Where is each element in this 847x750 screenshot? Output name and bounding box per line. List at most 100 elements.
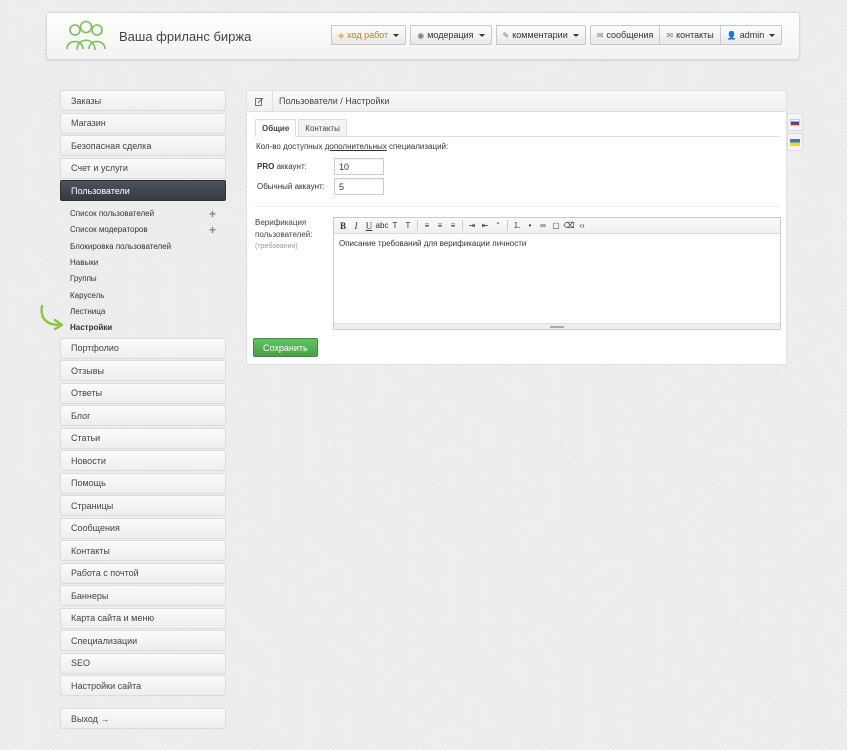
pencil-icon: ✎ bbox=[502, 30, 510, 40]
pro-account-input[interactable] bbox=[334, 158, 384, 175]
underline-icon[interactable]: U bbox=[363, 220, 375, 232]
grip-icon bbox=[550, 325, 564, 328]
subnav-carousel-label: Карусель bbox=[70, 290, 105, 300]
ordered-list-icon[interactable]: ⒈ bbox=[511, 220, 523, 232]
envelope-icon: ✉ bbox=[596, 30, 604, 40]
sidebar-item-contacts[interactable]: Контакты bbox=[60, 540, 226, 562]
subnav-user-list[interactable]: Список пользователей + bbox=[70, 206, 226, 222]
editor-toolbar: B I U abc T T ≡ ≡ ≡ ⇥ ⇤ “ ⒈ • ∞ ▢ ⌫ ‹› bbox=[334, 218, 780, 234]
indent-icon[interactable]: ⇥ bbox=[466, 220, 478, 232]
flag-ru-icon[interactable] bbox=[787, 113, 803, 131]
subnav-skills-label: Навыки bbox=[70, 258, 99, 268]
nav-contacts-button[interactable]: ✉ контакты bbox=[660, 25, 721, 45]
sidebar-item-orders[interactable]: Заказы bbox=[60, 90, 226, 111]
toolbar-divider bbox=[507, 220, 508, 231]
subnav-ladder[interactable]: Лестница bbox=[70, 303, 226, 319]
subnav-groups-label: Группы bbox=[70, 274, 97, 284]
sidebar-item-messages[interactable]: Сообщения bbox=[60, 517, 226, 539]
editor-resize-handle[interactable] bbox=[334, 323, 780, 329]
settings-panel: Пользователи / Настройки Общие Контакты … bbox=[246, 90, 787, 365]
tab-general[interactable]: Общие bbox=[255, 119, 297, 137]
bold-icon[interactable]: B bbox=[337, 220, 349, 232]
logout-button[interactable]: Выход → bbox=[60, 708, 226, 730]
subnav-moderator-list[interactable]: Список модераторов + bbox=[70, 222, 226, 238]
additional-link[interactable]: дополнительных bbox=[325, 142, 387, 151]
subnav-settings[interactable]: Настройки bbox=[70, 320, 226, 336]
pro-account-row: PRO аккаунт: bbox=[257, 158, 384, 175]
subnav-carousel[interactable]: Карусель bbox=[70, 287, 226, 303]
top-navigation: ◈ ход работ ◉ модерация ✎ комментарии ✉ … bbox=[331, 25, 786, 45]
pro-badge: PRO bbox=[257, 162, 275, 171]
nav-progress-label: ход работ bbox=[347, 30, 389, 40]
subnav-skills[interactable]: Навыки bbox=[70, 254, 226, 270]
plus-icon[interactable]: + bbox=[209, 208, 216, 220]
unordered-list-icon[interactable]: • bbox=[524, 220, 536, 232]
clear-format-icon[interactable]: T bbox=[402, 220, 414, 232]
nav-progress-button[interactable]: ◈ ход работ bbox=[331, 25, 407, 45]
italic-icon[interactable]: I bbox=[350, 220, 362, 232]
flag-ua-icon[interactable] bbox=[787, 133, 803, 151]
specializations-heading: Кол-во доступных дополнительных специали… bbox=[256, 142, 448, 151]
sidebar-item-help[interactable]: Помощь bbox=[60, 472, 226, 494]
align-left-icon[interactable]: ≡ bbox=[421, 220, 433, 232]
regular-account-label: Обычный аккаунт: bbox=[257, 182, 325, 191]
subnav-ladder-label: Лестница bbox=[70, 306, 106, 316]
strikethrough-icon[interactable]: abc bbox=[376, 220, 389, 232]
tabs: Общие Контакты bbox=[255, 119, 780, 137]
sidebar-item-billing[interactable]: Счет и услуги bbox=[60, 157, 226, 179]
sidebar-item-users[interactable]: Пользователи bbox=[60, 180, 226, 201]
quote-icon[interactable]: “ bbox=[492, 220, 504, 232]
specializations-heading-prefix: Кол-во доступных bbox=[256, 142, 325, 151]
nav-contacts-label: контакты bbox=[676, 30, 714, 40]
logo-icon[interactable] bbox=[63, 19, 109, 55]
tab-contacts[interactable]: Контакты bbox=[298, 119, 347, 136]
pro-account-label: PRO аккаунт: bbox=[257, 162, 334, 171]
sidebar-subnav-users: Список пользователей + Список модераторо… bbox=[60, 203, 226, 338]
text-color-icon[interactable]: T bbox=[389, 220, 401, 232]
fullscreen-icon[interactable]: ▢ bbox=[550, 220, 562, 232]
nav-moderation-button[interactable]: ◉ модерация bbox=[410, 25, 492, 45]
sidebar-item-shop[interactable]: Магазин bbox=[60, 112, 226, 134]
align-center-icon[interactable]: ≡ bbox=[434, 220, 446, 232]
chevron-down-icon bbox=[393, 33, 400, 37]
sidebar-item-banners[interactable]: Баннеры bbox=[60, 585, 226, 607]
sidebar-item-portfolio[interactable]: Портфолио bbox=[60, 337, 226, 359]
eye-icon: ◉ bbox=[417, 30, 425, 40]
eraser-icon[interactable]: ⌫ bbox=[563, 220, 575, 232]
nav-messages-button[interactable]: ✉ сообщения bbox=[589, 25, 661, 45]
regular-account-input[interactable] bbox=[334, 178, 384, 195]
chevron-down-icon bbox=[572, 33, 579, 37]
subnav-user-blocking[interactable]: Блокировка пользователей bbox=[70, 238, 226, 254]
editor-content[interactable]: Описание требований для верификации личн… bbox=[334, 234, 780, 323]
sidebar-item-site-settings[interactable]: Настройки сайта bbox=[60, 675, 226, 697]
sidebar-item-specializations[interactable]: Специализации bbox=[60, 630, 226, 652]
outdent-icon[interactable]: ⇤ bbox=[479, 220, 491, 232]
divider bbox=[255, 206, 780, 207]
nav-admin-button[interactable]: 👤 admin bbox=[720, 25, 783, 45]
site-name[interactable]: Ваша фриланс биржа bbox=[119, 29, 251, 44]
plus-icon[interactable]: + bbox=[209, 224, 216, 236]
align-right-icon[interactable]: ≡ bbox=[447, 220, 459, 232]
language-switcher bbox=[787, 113, 803, 153]
sidebar-item-seo[interactable]: SEO bbox=[60, 652, 226, 674]
nav-moderation-label: модерация bbox=[427, 30, 474, 40]
nav-comments-label: комментарии bbox=[512, 30, 568, 40]
sidebar-item-sitemap[interactable]: Карта сайта и меню bbox=[60, 607, 226, 629]
sidebar-item-pages[interactable]: Страницы bbox=[60, 495, 226, 517]
sidebar-item-mail[interactable]: Работа с почтой bbox=[60, 562, 226, 584]
sidebar-item-answers[interactable]: Ответы bbox=[60, 382, 226, 404]
save-button[interactable]: Сохранить bbox=[253, 338, 318, 357]
source-code-icon[interactable]: ‹› bbox=[576, 220, 588, 232]
toolbar-divider bbox=[462, 220, 463, 231]
sidebar-item-news[interactable]: Новости bbox=[60, 450, 226, 472]
sidebar-item-safe-deal[interactable]: Безопасная сделка bbox=[60, 135, 226, 156]
nav-comments-button[interactable]: ✎ комментарии bbox=[495, 25, 586, 45]
specializations-heading-suffix: специализаций: bbox=[386, 142, 449, 151]
sidebar-item-reviews[interactable]: Отзывы bbox=[60, 360, 226, 382]
regular-account-row: Обычный аккаунт: bbox=[257, 178, 384, 195]
nav-admin-label: admin bbox=[739, 30, 765, 40]
sidebar-item-blog[interactable]: Блог bbox=[60, 405, 226, 427]
sidebar-item-articles[interactable]: Статьи bbox=[60, 427, 226, 449]
link-icon[interactable]: ∞ bbox=[537, 220, 549, 232]
subnav-groups[interactable]: Группы bbox=[70, 271, 226, 287]
